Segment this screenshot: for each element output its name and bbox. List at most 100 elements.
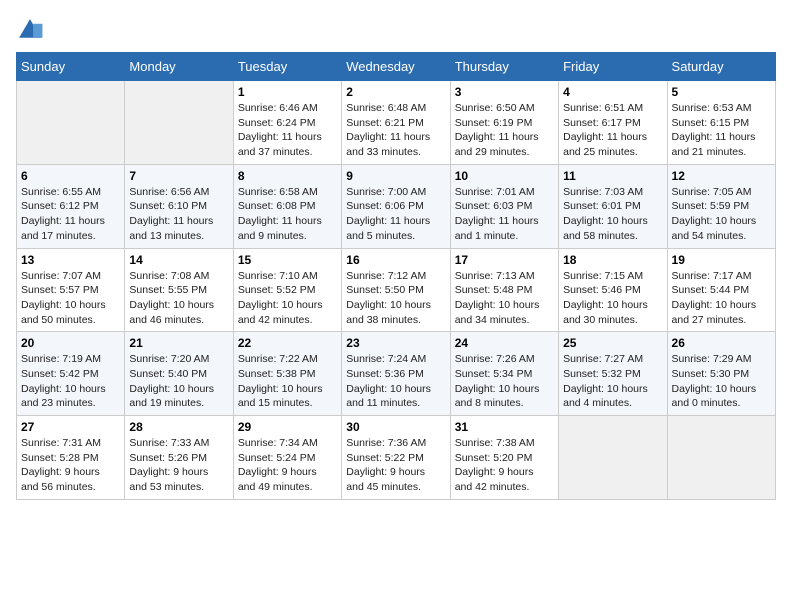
- day-number: 2: [346, 85, 445, 99]
- calendar-cell: [125, 81, 233, 165]
- calendar-cell: 19 Sunrise: 7:17 AM Sunset: 5:44 PM Dayli…: [667, 248, 775, 332]
- day-number: 25: [563, 336, 662, 350]
- day-info: Sunrise: 6:58 AM Sunset: 6:08 PM Dayligh…: [238, 185, 337, 244]
- calendar-cell: 5 Sunrise: 6:53 AM Sunset: 6:15 PM Daylig…: [667, 81, 775, 165]
- day-number: 17: [455, 253, 554, 267]
- calendar-cell: 13 Sunrise: 7:07 AM Sunset: 5:57 PM Dayli…: [17, 248, 125, 332]
- day-number: 22: [238, 336, 337, 350]
- day-info: Sunrise: 7:01 AM Sunset: 6:03 PM Dayligh…: [455, 185, 554, 244]
- calendar-cell: 4 Sunrise: 6:51 AM Sunset: 6:17 PM Daylig…: [559, 81, 667, 165]
- weekday-header: Thursday: [450, 53, 558, 81]
- day-info: Sunrise: 7:15 AM Sunset: 5:46 PM Dayligh…: [563, 269, 662, 328]
- day-info: Sunrise: 7:07 AM Sunset: 5:57 PM Dayligh…: [21, 269, 120, 328]
- calendar-cell: 26 Sunrise: 7:29 AM Sunset: 5:30 PM Dayli…: [667, 332, 775, 416]
- calendar-cell: 23Sunrise: 7:24 AM Sunset: 5:36 PM Dayli…: [342, 332, 450, 416]
- calendar-week-row: 6 Sunrise: 6:55 AM Sunset: 6:12 PM Daylig…: [17, 164, 776, 248]
- calendar-cell: 22 Sunrise: 7:22 AM Sunset: 5:38 PM Dayli…: [233, 332, 341, 416]
- day-number: 21: [129, 336, 228, 350]
- day-info: Sunrise: 7:34 AM Sunset: 5:24 PM Dayligh…: [238, 436, 337, 495]
- day-info: Sunrise: 6:53 AM Sunset: 6:15 PM Dayligh…: [672, 101, 771, 160]
- day-number: 11: [563, 169, 662, 183]
- day-number: 8: [238, 169, 337, 183]
- day-info: Sunrise: 7:00 AM Sunset: 6:06 PM Dayligh…: [346, 185, 445, 244]
- day-number: 23: [346, 336, 445, 350]
- day-number: 29: [238, 420, 337, 434]
- day-number: 12: [672, 169, 771, 183]
- weekday-header: Sunday: [17, 53, 125, 81]
- calendar-cell: [17, 81, 125, 165]
- day-info: Sunrise: 7:33 AM Sunset: 5:26 PM Dayligh…: [129, 436, 228, 495]
- weekday-header-row: SundayMondayTuesdayWednesdayThursdayFrid…: [17, 53, 776, 81]
- calendar-cell: 2 Sunrise: 6:48 AM Sunset: 6:21 PM Daylig…: [342, 81, 450, 165]
- calendar-cell: 29 Sunrise: 7:34 AM Sunset: 5:24 PM Dayli…: [233, 416, 341, 500]
- calendar-cell: [667, 416, 775, 500]
- calendar-cell: 31 Sunrise: 7:38 AM Sunset: 5:20 PM Dayli…: [450, 416, 558, 500]
- day-info: Sunrise: 7:10 AM Sunset: 5:52 PM Dayligh…: [238, 269, 337, 328]
- calendar-cell: 6 Sunrise: 6:55 AM Sunset: 6:12 PM Daylig…: [17, 164, 125, 248]
- logo-icon: [16, 16, 44, 44]
- day-number: 20: [21, 336, 120, 350]
- day-number: 9: [346, 169, 445, 183]
- day-number: 28: [129, 420, 228, 434]
- calendar-cell: 14 Sunrise: 7:08 AM Sunset: 5:55 PM Dayli…: [125, 248, 233, 332]
- day-info: Sunrise: 7:36 AM Sunset: 5:22 PM Dayligh…: [346, 436, 445, 495]
- day-number: 30: [346, 420, 445, 434]
- calendar-cell: 17 Sunrise: 7:13 AM Sunset: 5:48 PM Dayli…: [450, 248, 558, 332]
- day-number: 6: [21, 169, 120, 183]
- day-number: 15: [238, 253, 337, 267]
- calendar-cell: 25 Sunrise: 7:27 AM Sunset: 5:32 PM Dayli…: [559, 332, 667, 416]
- day-info: Sunrise: 7:26 AM Sunset: 5:34 PM Dayligh…: [455, 352, 554, 411]
- day-number: 1: [238, 85, 337, 99]
- day-info: Sunrise: 7:12 AM Sunset: 5:50 PM Dayligh…: [346, 269, 445, 328]
- calendar-cell: 16Sunrise: 7:12 AM Sunset: 5:50 PM Dayli…: [342, 248, 450, 332]
- calendar-cell: 15 Sunrise: 7:10 AM Sunset: 5:52 PM Dayli…: [233, 248, 341, 332]
- calendar-cell: 10 Sunrise: 7:01 AM Sunset: 6:03 PM Dayli…: [450, 164, 558, 248]
- day-number: 24: [455, 336, 554, 350]
- day-number: 26: [672, 336, 771, 350]
- weekday-header: Monday: [125, 53, 233, 81]
- day-info: Sunrise: 7:17 AM Sunset: 5:44 PM Dayligh…: [672, 269, 771, 328]
- day-info: Sunrise: 6:46 AM Sunset: 6:24 PM Dayligh…: [238, 101, 337, 160]
- day-info: Sunrise: 6:50 AM Sunset: 6:19 PM Dayligh…: [455, 101, 554, 160]
- day-info: Sunrise: 7:19 AM Sunset: 5:42 PM Dayligh…: [21, 352, 120, 411]
- day-number: 14: [129, 253, 228, 267]
- day-number: 3: [455, 85, 554, 99]
- calendar-cell: 3 Sunrise: 6:50 AM Sunset: 6:19 PM Daylig…: [450, 81, 558, 165]
- calendar-week-row: 20 Sunrise: 7:19 AM Sunset: 5:42 PM Dayli…: [17, 332, 776, 416]
- day-info: Sunrise: 6:55 AM Sunset: 6:12 PM Dayligh…: [21, 185, 120, 244]
- day-info: Sunrise: 7:27 AM Sunset: 5:32 PM Dayligh…: [563, 352, 662, 411]
- calendar-week-row: 1 Sunrise: 6:46 AM Sunset: 6:24 PM Daylig…: [17, 81, 776, 165]
- calendar-cell: 27Sunrise: 7:31 AM Sunset: 5:28 PM Dayli…: [17, 416, 125, 500]
- day-info: Sunrise: 7:08 AM Sunset: 5:55 PM Dayligh…: [129, 269, 228, 328]
- day-number: 5: [672, 85, 771, 99]
- calendar-cell: 21 Sunrise: 7:20 AM Sunset: 5:40 PM Dayli…: [125, 332, 233, 416]
- calendar-cell: [559, 416, 667, 500]
- day-number: 7: [129, 169, 228, 183]
- day-info: Sunrise: 7:31 AM Sunset: 5:28 PM Dayligh…: [21, 436, 120, 495]
- day-info: Sunrise: 7:05 AM Sunset: 5:59 PM Dayligh…: [672, 185, 771, 244]
- day-info: Sunrise: 6:51 AM Sunset: 6:17 PM Dayligh…: [563, 101, 662, 160]
- day-info: Sunrise: 6:48 AM Sunset: 6:21 PM Dayligh…: [346, 101, 445, 160]
- calendar-cell: 24 Sunrise: 7:26 AM Sunset: 5:34 PM Dayli…: [450, 332, 558, 416]
- page-header: [16, 16, 776, 44]
- calendar-cell: 28 Sunrise: 7:33 AM Sunset: 5:26 PM Dayli…: [125, 416, 233, 500]
- day-number: 4: [563, 85, 662, 99]
- day-info: Sunrise: 7:22 AM Sunset: 5:38 PM Dayligh…: [238, 352, 337, 411]
- day-info: Sunrise: 7:38 AM Sunset: 5:20 PM Dayligh…: [455, 436, 554, 495]
- calendar-week-row: 13 Sunrise: 7:07 AM Sunset: 5:57 PM Dayli…: [17, 248, 776, 332]
- calendar-cell: 9 Sunrise: 7:00 AM Sunset: 6:06 PM Daylig…: [342, 164, 450, 248]
- day-number: 19: [672, 253, 771, 267]
- day-number: 10: [455, 169, 554, 183]
- calendar-week-row: 27Sunrise: 7:31 AM Sunset: 5:28 PM Dayli…: [17, 416, 776, 500]
- calendar-cell: 7Sunrise: 6:56 AM Sunset: 6:10 PM Daylig…: [125, 164, 233, 248]
- day-info: Sunrise: 7:20 AM Sunset: 5:40 PM Dayligh…: [129, 352, 228, 411]
- day-info: Sunrise: 7:03 AM Sunset: 6:01 PM Dayligh…: [563, 185, 662, 244]
- day-number: 31: [455, 420, 554, 434]
- calendar-cell: 12 Sunrise: 7:05 AM Sunset: 5:59 PM Dayli…: [667, 164, 775, 248]
- day-number: 13: [21, 253, 120, 267]
- day-info: Sunrise: 7:13 AM Sunset: 5:48 PM Dayligh…: [455, 269, 554, 328]
- calendar-cell: 30 Sunrise: 7:36 AM Sunset: 5:22 PM Dayli…: [342, 416, 450, 500]
- day-info: Sunrise: 7:29 AM Sunset: 5:30 PM Dayligh…: [672, 352, 771, 411]
- calendar-table: SundayMondayTuesdayWednesdayThursdayFrid…: [16, 52, 776, 500]
- calendar-cell: 20 Sunrise: 7:19 AM Sunset: 5:42 PM Dayli…: [17, 332, 125, 416]
